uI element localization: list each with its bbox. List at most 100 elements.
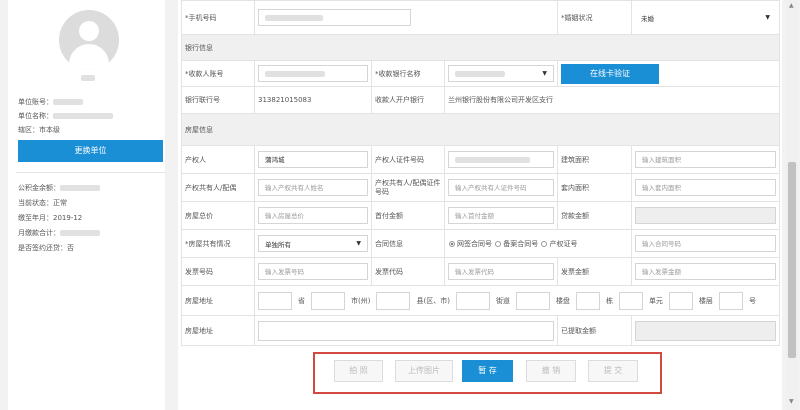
phone-redacted xyxy=(265,15,323,21)
take-photo-button[interactable]: 拍 照 xyxy=(334,360,383,382)
co-owner-input[interactable]: 输入产权共有人姓名 xyxy=(258,179,368,196)
payee-bank-value: 兰州银行股份有限公司开发区支行 xyxy=(443,86,781,114)
owner-id-label: 产权人证件号码 xyxy=(371,145,445,174)
signed-repay-row: 是否签约还贷：否 xyxy=(18,243,74,253)
address-floor-input[interactable] xyxy=(668,291,693,310)
payee-account-input[interactable] xyxy=(258,65,368,82)
payee-bank-name-select[interactable]: ▼ xyxy=(448,65,555,82)
fund-balance-redacted xyxy=(60,185,100,191)
form-row-payee: *收款人账号 *收款银行名称 ▼ 在线卡验证 xyxy=(181,60,781,87)
monthly-total-redacted xyxy=(60,230,100,236)
invoice-code-input[interactable]: 输入发票代码 xyxy=(448,263,555,280)
signed-repay-value: 否 xyxy=(67,244,74,252)
co-owner-label: 产权共有人/配偶 xyxy=(181,173,255,202)
owner-input[interactable]: 蒲鸿城 xyxy=(258,151,368,168)
form-row-price: 房屋总价 输入房屋总价 首付金额 输入首付金额 贷款金额 xyxy=(181,201,781,230)
save-draft-button[interactable]: 暂 存 xyxy=(462,360,513,382)
form-row-invoice: 发票号码 输入发票号码 发票代码 输入发票代码 发票金额 输入发票金额 xyxy=(181,257,781,286)
co-owner-id-input[interactable]: 输入产权共有人证件号码 xyxy=(448,179,555,196)
bank-code-label: 银行联行号 xyxy=(181,86,255,114)
withdrawn-cell xyxy=(631,315,781,346)
down-payment-label: 首付金额 xyxy=(371,201,445,230)
upload-image-button[interactable]: 上传图片 xyxy=(395,360,453,382)
address-province-input[interactable] xyxy=(258,291,292,310)
radio-contract-filed[interactable] xyxy=(495,240,502,247)
payee-bank-name-redacted xyxy=(455,70,505,77)
house-section-title: 房屋信息 xyxy=(180,113,781,146)
owner-id-input[interactable] xyxy=(448,151,555,168)
sidebar: 单位账号： 单位名称： 辖区：市本级 更换单位 公积金余额： 当前状态：正常 缴… xyxy=(8,0,166,410)
total-price-label: 房屋总价 xyxy=(181,201,255,230)
address-street-input[interactable] xyxy=(455,291,490,310)
verify-cell: 在线卡验证 xyxy=(557,60,781,87)
down-payment-cell: 输入首付金额 xyxy=(443,201,559,230)
form-row-bank-code: 银行联行号 313821015083 收款人开户银行 兰州银行股份有限公司开发区… xyxy=(181,86,781,114)
payee-account-cell xyxy=(254,60,372,87)
ownership-select[interactable]: 单独所有 ▼ xyxy=(258,235,368,252)
paid-to-value: 2019-12 xyxy=(53,214,83,222)
payee-account-label: *收款人账号 xyxy=(181,60,255,87)
ownership-cell: 单独所有 ▼ xyxy=(254,229,372,258)
avatar-body-shape xyxy=(69,44,109,70)
inner-area-input[interactable]: 输入套内面积 xyxy=(635,179,777,196)
address-building-input[interactable] xyxy=(575,291,600,310)
address-city-unit: 市(州) xyxy=(351,296,371,305)
address-street-unit: 街道 xyxy=(495,296,510,305)
address-inputs: 省 市(州) 县(区、市) 街道 楼盘 栋 单元 楼层 号 xyxy=(258,291,776,310)
sidebar-divider xyxy=(16,172,166,173)
avatar xyxy=(59,10,119,70)
address-number-unit: 号 xyxy=(748,296,756,305)
co-owner-id-cell: 输入产权共有人证件号码 xyxy=(443,173,559,202)
switch-unit-button[interactable]: 更换单位 xyxy=(18,140,163,162)
marital-label: *婚姻状况 xyxy=(557,0,633,35)
form-row-co-owner: 产权共有人/配偶 输入产权共有人姓名 产权共有人/配偶证件号码 输入产权共有人证… xyxy=(181,173,781,202)
owner-cell: 蒲鸿城 xyxy=(254,145,372,174)
unit-account-label: 单位账号： xyxy=(18,98,53,106)
co-owner-id-label: 产权共有人/配偶证件号码 xyxy=(371,173,445,202)
total-price-cell: 输入房屋总价 xyxy=(254,201,372,230)
address-county-input[interactable] xyxy=(376,291,411,310)
unit-name-row: 单位名称： xyxy=(18,111,113,121)
address-estate-unit: 楼盘 xyxy=(555,296,570,305)
address-estate-input[interactable] xyxy=(515,291,550,310)
signed-repay-label: 是否签约还贷： xyxy=(18,244,67,252)
application-form: *手机号码 *婚姻状况 未婚 ▼ 银行信息 *收款人账号 *收款银行名称 ▼ 在线… xyxy=(180,0,781,346)
address-building-unit: 栋 xyxy=(605,296,613,305)
online-card-verify-button[interactable]: 在线卡验证 xyxy=(561,63,660,84)
revoke-button[interactable]: 撤 销 xyxy=(526,360,576,382)
monthly-total-row: 月缴款合计： xyxy=(18,228,100,238)
contract-no-input[interactable]: 输入合同号码 xyxy=(635,235,777,252)
radio-contract-filed-label: 备案合同号 xyxy=(503,239,539,248)
marital-select[interactable]: 未婚 ▼ xyxy=(635,9,776,26)
paid-to-row: 缴至年月：2019-12 xyxy=(18,213,82,223)
build-area-input[interactable]: 输入建筑面积 xyxy=(635,151,777,168)
invoice-amount-input[interactable]: 输入发票金额 xyxy=(635,263,777,280)
phone-cell xyxy=(253,0,559,35)
address-full-input[interactable] xyxy=(258,320,555,341)
contract-radio-group: 网签合同号 备案合同号 产权证号 xyxy=(443,229,633,258)
contract-label: 合同信息 xyxy=(371,229,445,258)
chevron-down-icon: ▼ xyxy=(765,14,771,21)
address-county-unit: 县(区、市) xyxy=(416,296,450,305)
chevron-down-icon: ▼ xyxy=(356,240,361,247)
scroll-down-arrow-icon[interactable]: ▼ xyxy=(789,398,794,405)
address-number-input[interactable] xyxy=(718,291,743,310)
payee-account-redacted xyxy=(265,71,325,77)
submit-button[interactable]: 提 交 xyxy=(588,360,638,382)
form-row-phone: *手机号码 *婚姻状况 未婚 ▼ xyxy=(181,0,781,35)
unit-account-row: 单位账号： xyxy=(18,97,83,107)
phone-input[interactable] xyxy=(258,9,411,26)
address-city-input[interactable] xyxy=(311,291,345,310)
invoice-no-input[interactable]: 输入发票号码 xyxy=(258,263,368,280)
radio-property-cert[interactable] xyxy=(541,240,548,247)
scrollbar-thumb[interactable] xyxy=(788,162,796,358)
address-unit-input[interactable] xyxy=(618,291,643,310)
scroll-up-arrow-icon[interactable]: ▲ xyxy=(789,2,794,9)
radio-contract-online[interactable] xyxy=(449,240,455,247)
address2-label: 房屋地址 xyxy=(181,315,255,346)
inner-area-cell: 输入套内面积 xyxy=(631,173,781,202)
down-payment-input[interactable]: 输入首付金额 xyxy=(448,207,555,224)
invoice-amount-label: 发票金额 xyxy=(557,257,633,286)
total-price-input[interactable]: 输入房屋总价 xyxy=(258,207,368,224)
vertical-scrollbar[interactable]: ▲ ▼ xyxy=(786,0,798,410)
